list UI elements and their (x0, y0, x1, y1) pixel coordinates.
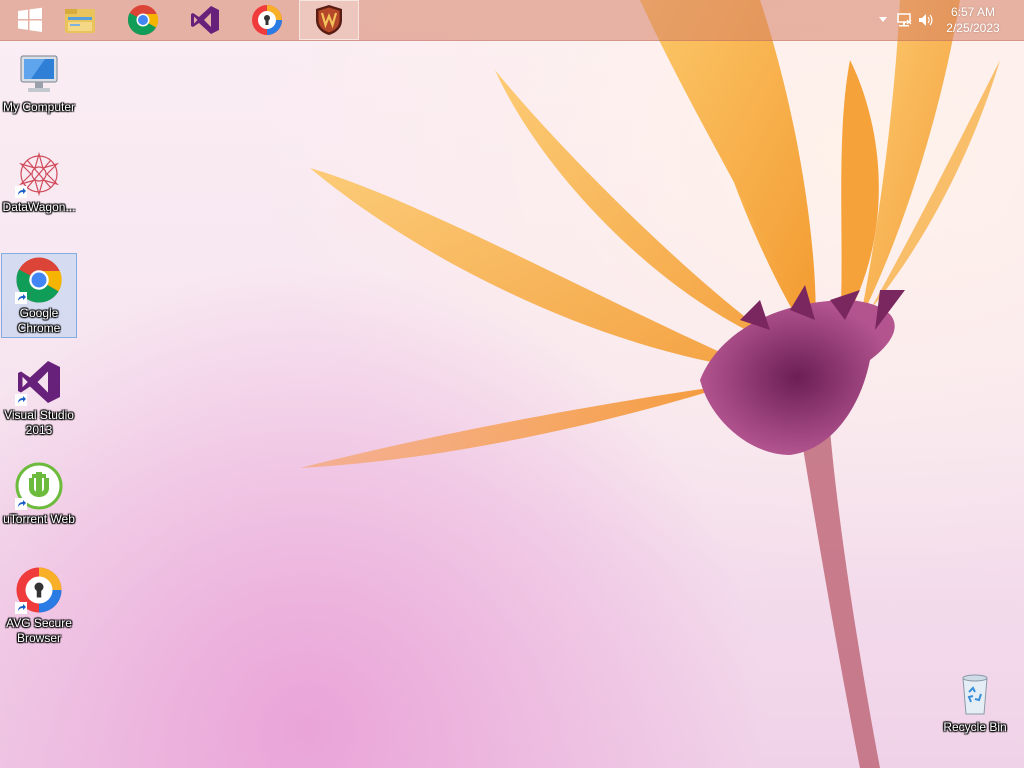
clock-time: 6:57 AM (950, 5, 996, 19)
desktop-icon-label: DataWagon... (2, 200, 76, 214)
desktop-icon-visual-studio[interactable]: Visual Studio 2013 (1, 358, 77, 438)
recycle-bin-icon (962, 674, 988, 715)
windows-logo-icon (18, 7, 42, 33)
taskbar-datawagon[interactable] (299, 0, 359, 40)
show-hidden-icons-button[interactable] (878, 12, 888, 31)
system-tray: 6:57 AM 2/25/2023 (864, 0, 1024, 40)
desktop-icon-label: AVG Secure Browser (6, 616, 72, 645)
folder-icon (65, 9, 95, 33)
network-icon (897, 13, 912, 27)
chrome-icon (127, 5, 159, 36)
taskbar: 6:57 AM 2/25/2023 (0, 0, 1024, 41)
desktop-icon-label: Visual Studio 2013 (4, 408, 74, 437)
desktop-icon-label: Recycle Bin (943, 720, 1007, 734)
shield-w-icon (316, 5, 342, 35)
network-button[interactable] (896, 12, 912, 33)
shortcut-arrow-icon (15, 186, 27, 198)
desktop-icon-label: My Computer (2, 100, 76, 114)
desktop-icon-recycle-bin[interactable]: Recycle Bin (937, 670, 1013, 735)
chevron-up-icon (879, 17, 887, 22)
shortcut-arrow-icon (15, 602, 27, 614)
desktop-icon-avg-secure-browser[interactable]: AVG Secure Browser (1, 566, 77, 646)
desktop-wallpaper (300, 0, 1000, 768)
computer-icon (20, 55, 58, 92)
taskbar-file-explorer[interactable] (50, 0, 110, 40)
shortcut-arrow-icon (15, 292, 27, 304)
desktop-icon-utorrent-web[interactable]: uTorrent Web (1, 462, 77, 527)
avg-browser-icon (252, 5, 282, 35)
clock-date: 2/25/2023 (946, 21, 1000, 35)
desktop-icon-my-computer[interactable]: My Computer (1, 50, 77, 115)
shortcut-arrow-icon (15, 498, 27, 510)
volume-button[interactable] (918, 12, 934, 33)
taskbar-visual-studio[interactable] (175, 0, 235, 40)
clock[interactable]: 6:57 AM 2/25/2023 (938, 4, 1008, 36)
shortcut-arrow-icon (15, 394, 27, 406)
desktop-icon-label: Google Chrome (17, 306, 61, 335)
desktop-icon-datawagon[interactable]: DataWagon... (1, 150, 77, 215)
volume-icon (919, 14, 933, 26)
visual-studio-icon (191, 6, 219, 34)
desktop-icon-label: uTorrent Web (3, 512, 75, 526)
desktop-icon-google-chrome[interactable]: Google Chrome (1, 253, 77, 338)
taskbar-avg-secure-browser[interactable] (237, 0, 297, 40)
taskbar-google-chrome[interactable] (113, 0, 173, 40)
